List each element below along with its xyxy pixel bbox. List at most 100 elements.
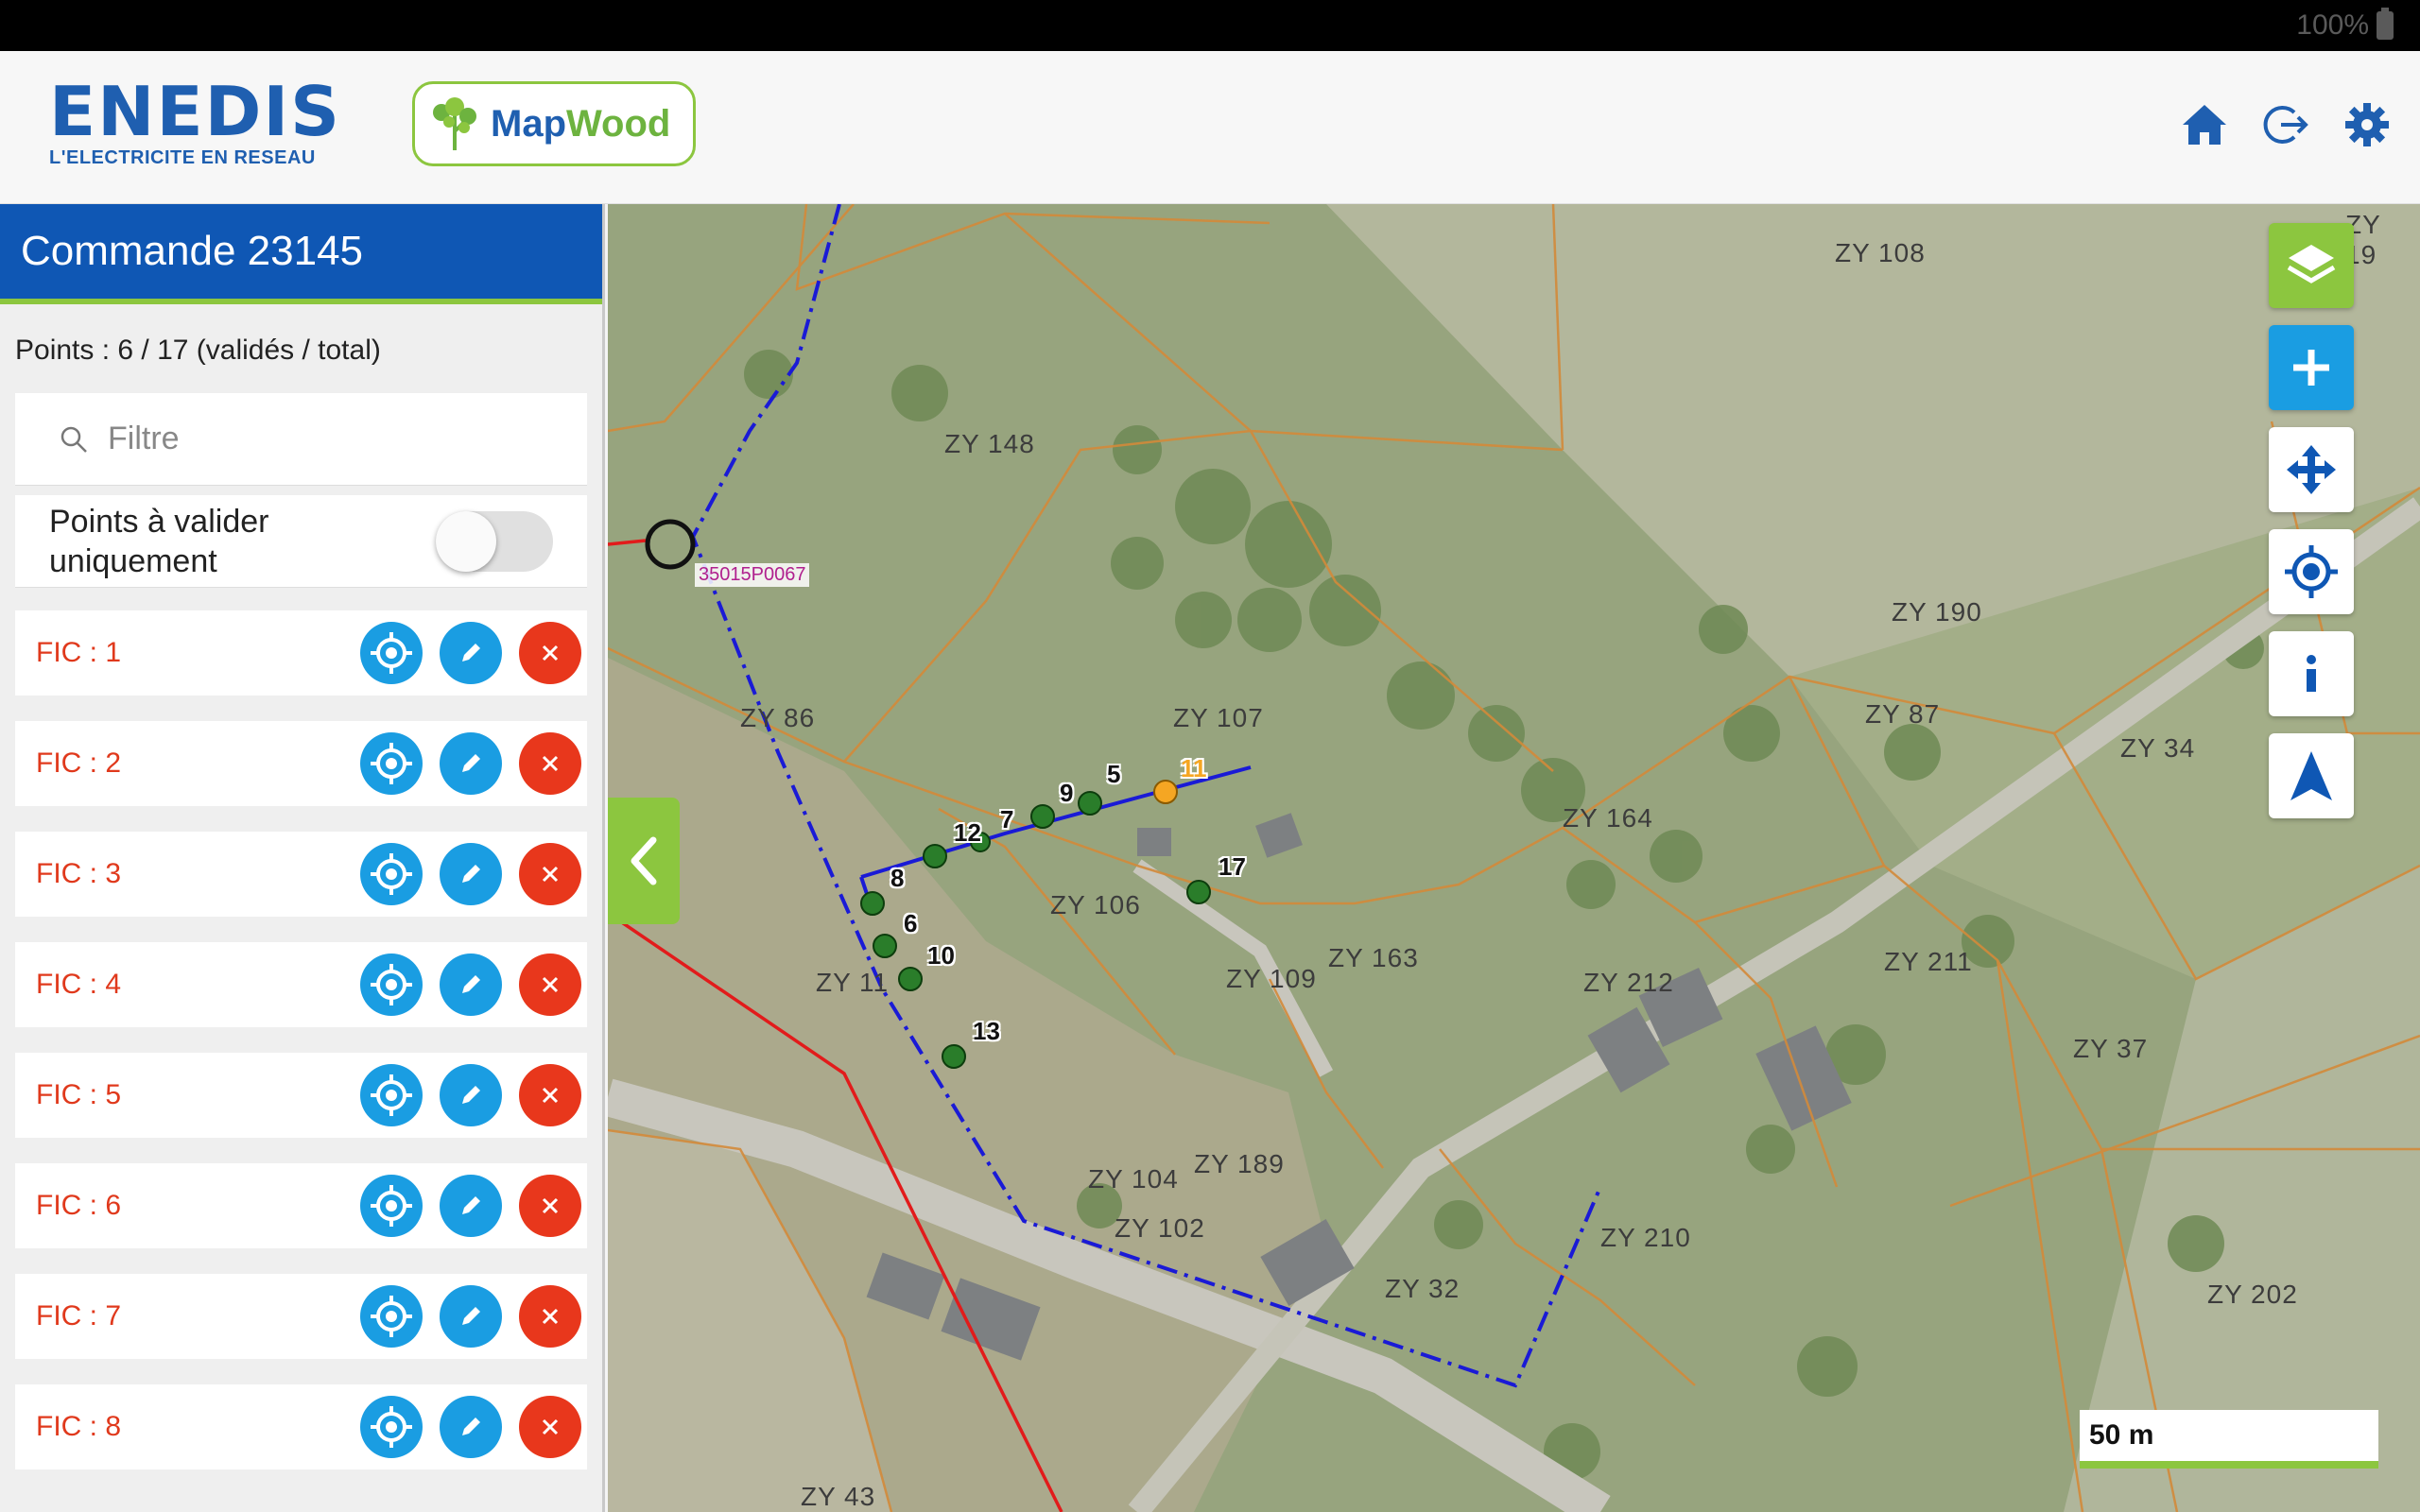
fic-edit-button[interactable] [440, 843, 502, 905]
fic-delete-button[interactable] [519, 1175, 581, 1237]
fic-row[interactable]: FIC : 2 [15, 721, 587, 806]
fic-delete-button[interactable] [519, 1064, 581, 1126]
point-label[interactable]: 5 [1107, 760, 1120, 789]
mapwood-logo-part2: Wood [566, 102, 671, 145]
fic-edit-button[interactable] [440, 732, 502, 795]
add-button[interactable] [2269, 325, 2354, 410]
enedis-logo: ENEDIS L'ELECTRICITE EN RESEAU [49, 77, 339, 172]
fic-locate-button[interactable] [360, 1175, 423, 1237]
move-icon [2287, 445, 2336, 494]
fic-row[interactable]: FIC : 8 [15, 1384, 587, 1469]
system-status-bar: 100% [0, 0, 2420, 51]
fic-row[interactable]: FIC : 7 [15, 1274, 587, 1359]
toggle-knob [436, 510, 496, 572]
fic-locate-button[interactable] [360, 732, 423, 795]
fic-edit-button[interactable] [440, 954, 502, 1016]
point-label-pending[interactable]: 11 [1181, 754, 1207, 783]
fic-locate-button[interactable] [360, 1064, 423, 1126]
info-button[interactable] [2269, 631, 2354, 716]
close-icon [542, 644, 559, 662]
parcel-label: ZY 104 [1088, 1164, 1179, 1194]
point-label[interactable]: 10 [927, 941, 955, 971]
fic-delete-button[interactable] [519, 843, 581, 905]
fic-label: FIC : 3 [36, 858, 122, 889]
navigation-button[interactable] [2269, 733, 2354, 818]
locate-icon [2285, 545, 2338, 598]
layers-icon [2287, 245, 2336, 284]
fic-edit-button[interactable] [440, 622, 502, 684]
locate-icon [371, 632, 412, 674]
fic-actions [360, 1285, 581, 1348]
logout-button[interactable] [2259, 98, 2312, 151]
point-label[interactable]: 6 [904, 909, 917, 938]
fic-locate-button[interactable] [360, 622, 423, 684]
locate-icon [371, 964, 412, 1005]
site-tag[interactable]: 35015P0067 [695, 563, 810, 587]
aerial-map [608, 204, 2420, 1512]
filter-input[interactable] [108, 421, 505, 457]
parcel-label: ZY 87 [1865, 699, 1941, 729]
pencil-icon [462, 865, 480, 883]
app-header: ENEDIS L'ELECTRICITE EN RESEAU MapWood [0, 51, 2420, 204]
point-label[interactable]: 17 [1219, 852, 1246, 882]
fic-label: FIC : 1 [36, 637, 122, 668]
mapwood-logo: MapWood [412, 81, 696, 166]
parcel-label: ZY 37 [2073, 1034, 2149, 1063]
locate-button[interactable] [2269, 529, 2354, 614]
locate-icon [371, 1185, 412, 1227]
map-view[interactable]: ZY 108 ZY 148 ZY 190 ZY 87 ZY 34 ZY 86 Z… [608, 204, 2420, 1512]
home-button[interactable] [2178, 98, 2231, 151]
points-summary: Points : 6 / 17 (validés / total) [15, 335, 381, 366]
point-label[interactable]: 13 [973, 1017, 1000, 1046]
parcel-label: ZY 210 [1600, 1223, 1691, 1252]
fic-row[interactable]: FIC : 4 [15, 942, 587, 1027]
fic-locate-button[interactable] [360, 954, 423, 1016]
pencil-icon [462, 1418, 480, 1435]
fic-delete-button[interactable] [519, 622, 581, 684]
fic-edit-button[interactable] [440, 1285, 502, 1348]
fic-row[interactable]: FIC : 5 [15, 1053, 587, 1138]
layers-button[interactable] [2269, 223, 2354, 308]
fic-locate-button[interactable] [360, 1285, 423, 1348]
parcel-label: ZY 212 [1583, 968, 1674, 997]
fic-row[interactable]: FIC : 6 [15, 1163, 587, 1248]
fic-label: FIC : 2 [36, 747, 122, 779]
close-icon [542, 755, 559, 772]
fic-actions [360, 622, 581, 684]
parcel-label: ZY 202 [2207, 1280, 2298, 1309]
parcel-label: ZY 211 [1884, 947, 1973, 976]
fic-edit-button[interactable] [440, 1396, 502, 1458]
locate-icon [371, 1296, 412, 1337]
fic-locate-button[interactable] [360, 1396, 423, 1458]
parcel-label: ZY 109 [1226, 964, 1317, 993]
parcel-label: ZY 108 [1835, 238, 1926, 267]
fic-row[interactable]: FIC : 3 [15, 832, 587, 917]
fic-locate-button[interactable] [360, 843, 423, 905]
validate-only-toggle[interactable] [436, 510, 553, 572]
point-label[interactable]: 7 [1000, 805, 1013, 834]
fic-row[interactable]: FIC : 1 [15, 610, 587, 696]
point-label[interactable]: 9 [1060, 779, 1073, 808]
fic-edit-button[interactable] [440, 1175, 502, 1237]
fic-delete-button[interactable] [519, 954, 581, 1016]
parcel-label: ZY 106 [1050, 890, 1141, 919]
fic-delete-button[interactable] [519, 1285, 581, 1348]
parcel-label: ZY 86 [740, 703, 816, 732]
point-label[interactable]: 12 [954, 818, 981, 848]
fic-delete-button[interactable] [519, 1396, 581, 1458]
fic-edit-button[interactable] [440, 1064, 502, 1126]
search-icon [60, 426, 87, 453]
tree-icon [433, 97, 476, 150]
close-icon [542, 866, 559, 883]
parcel-label: ZY 189 [1194, 1149, 1285, 1178]
mapwood-logo-part1: Map [491, 102, 566, 145]
fic-label: FIC : 8 [36, 1411, 122, 1442]
collapse-sidebar-button[interactable] [608, 798, 680, 924]
close-icon [542, 976, 559, 993]
parcel-label: ZY 34 [2120, 733, 2196, 763]
fic-delete-button[interactable] [519, 732, 581, 795]
order-sidebar: Commande 23145 Points : 6 / 17 (validés … [0, 204, 605, 1512]
move-button[interactable] [2269, 427, 2354, 512]
settings-button[interactable] [2341, 98, 2394, 151]
point-label[interactable]: 8 [890, 864, 904, 893]
